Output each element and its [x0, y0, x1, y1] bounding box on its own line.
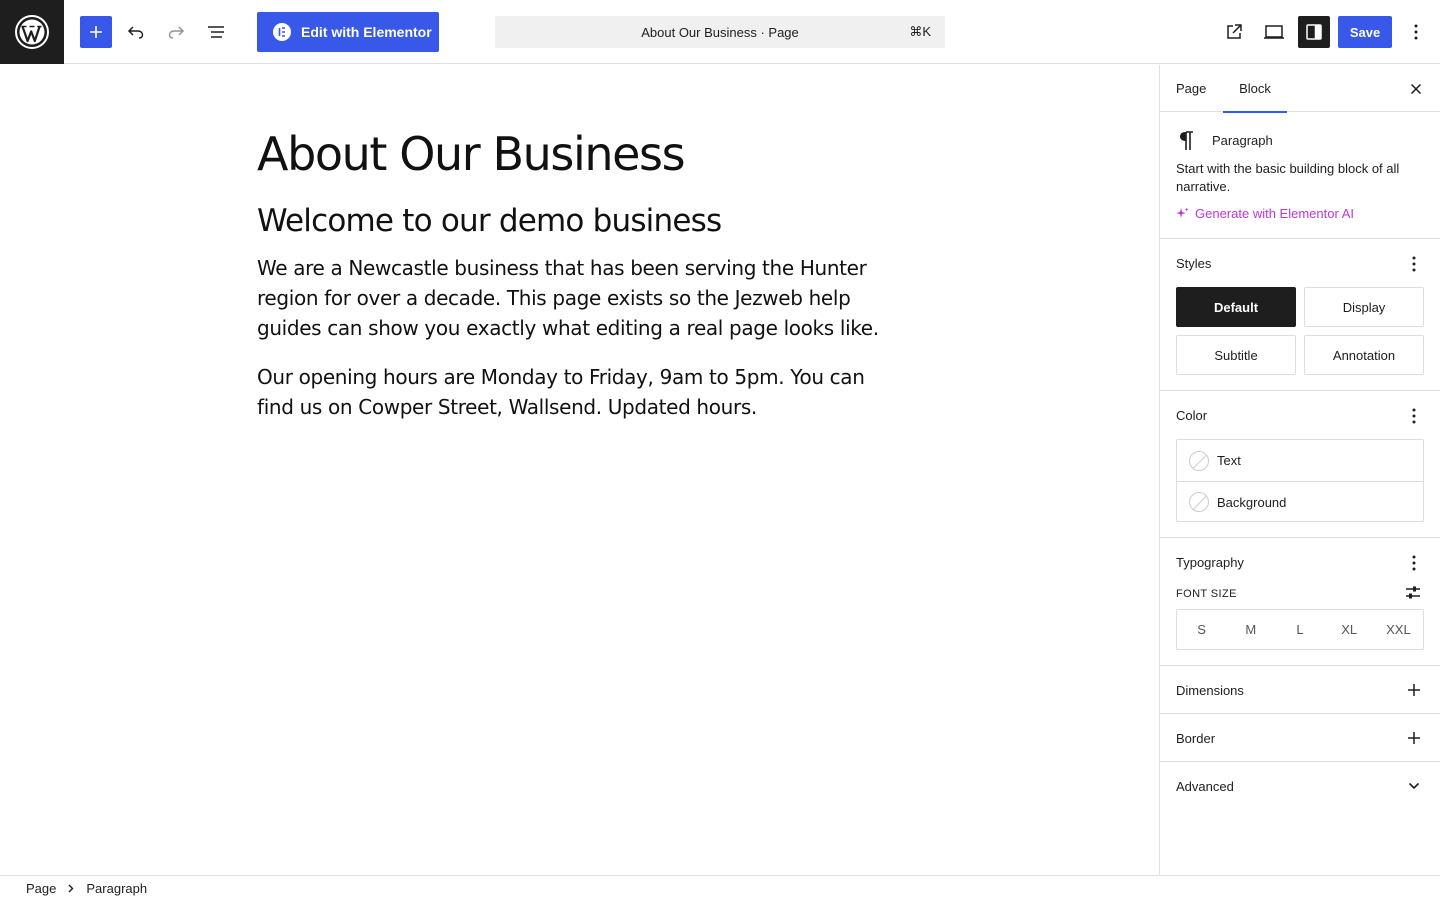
style-subtitle-button[interactable]: Subtitle	[1176, 335, 1296, 375]
breadcrumb-paragraph[interactable]: Paragraph	[86, 881, 147, 896]
block-card: Paragraph Start with the basic building …	[1160, 112, 1440, 239]
color-title: Color	[1176, 408, 1208, 423]
undo-button[interactable]	[120, 16, 152, 48]
color-options-button[interactable]	[1406, 406, 1422, 426]
font-size-xxl-option[interactable]: XXL	[1374, 610, 1423, 649]
font-size-m-option[interactable]: M	[1226, 610, 1275, 649]
advanced-title: Advanced	[1176, 779, 1234, 794]
editor-toolbar: Edit with Elementor About Our Business ·…	[0, 0, 1440, 64]
post-title[interactable]: About Our Business	[257, 123, 897, 185]
font-size-s-option[interactable]: S	[1177, 610, 1226, 649]
more-vertical-icon	[1412, 555, 1416, 571]
document-title: About Our Business · Page	[641, 24, 799, 40]
styles-title: Styles	[1176, 256, 1212, 271]
dimensions-title: Dimensions	[1176, 683, 1244, 698]
paragraph-block[interactable]: We are a Newcastle business that has bee…	[257, 253, 897, 343]
advanced-panel[interactable]: Advanced	[1160, 762, 1440, 810]
command-palette-bar[interactable]: About Our Business · Page ⌘K	[495, 16, 945, 48]
text-color-button[interactable]: Text	[1177, 440, 1423, 481]
close-icon	[1410, 83, 1422, 95]
elementor-icon	[273, 23, 291, 41]
generate-with-ai-link[interactable]: Generate with Elementor AI	[1176, 206, 1354, 221]
post-content: About Our Business Welcome to our demo b…	[257, 123, 897, 441]
add-border-button[interactable]	[1406, 728, 1422, 748]
color-panel: Color Text Background	[1160, 391, 1440, 538]
chevron-right-icon	[68, 884, 74, 893]
redo-icon	[168, 26, 185, 39]
breadcrumb-page[interactable]: Page	[26, 881, 56, 896]
more-vertical-icon	[1414, 24, 1418, 40]
plus-icon	[1408, 684, 1420, 696]
empty-swatch-icon	[1189, 492, 1209, 512]
document-overview-button[interactable]	[200, 16, 232, 48]
command-shortcut: ⌘K	[909, 24, 931, 39]
view-page-button[interactable]	[1218, 16, 1250, 48]
font-size-xl-option[interactable]: XL	[1325, 610, 1374, 649]
settings-toggle-button[interactable]	[1298, 16, 1330, 48]
plus-icon	[90, 26, 102, 38]
close-sidebar-button[interactable]	[1406, 79, 1426, 99]
style-default-button[interactable]: Default	[1176, 287, 1296, 327]
add-dimensions-button[interactable]	[1406, 680, 1422, 700]
chevron-down-icon	[1408, 782, 1420, 790]
tab-page[interactable]: Page	[1176, 65, 1206, 112]
external-link-icon	[1227, 24, 1242, 39]
paragraph-block[interactable]: Our opening hours are Monday to Friday, …	[257, 362, 897, 422]
paragraph-icon	[1180, 131, 1193, 150]
dimensions-panel[interactable]: Dimensions	[1160, 666, 1440, 714]
wordpress-icon	[15, 15, 49, 49]
block-name: Paragraph	[1212, 133, 1273, 148]
list-view-icon	[208, 26, 224, 38]
options-button[interactable]	[1400, 16, 1432, 48]
font-size-picker: S M L XL XXL	[1176, 609, 1424, 650]
sidebar-tabs: Page Block	[1160, 65, 1440, 113]
settings-sidebar: Page Block Paragraph Start with the basi…	[1159, 65, 1440, 875]
background-color-label: Background	[1217, 494, 1287, 510]
color-options: Text Background	[1176, 439, 1424, 522]
font-size-l-option[interactable]: L	[1275, 610, 1324, 649]
custom-size-settings-icon[interactable]	[1404, 584, 1422, 602]
wordpress-logo-button[interactable]	[0, 0, 64, 64]
more-vertical-icon	[1412, 256, 1416, 272]
add-block-button[interactable]	[80, 16, 112, 48]
plus-icon	[1408, 732, 1420, 744]
typography-panel: Typography FONT SIZE S M L XL XXL	[1160, 538, 1440, 666]
undo-icon	[127, 26, 144, 39]
background-color-button[interactable]: Background	[1177, 481, 1423, 522]
generate-with-ai-label: Generate with Elementor AI	[1195, 206, 1354, 221]
more-vertical-icon	[1412, 408, 1416, 424]
style-annotation-button[interactable]: Annotation	[1304, 335, 1424, 375]
heading-block[interactable]: Welcome to our demo business	[257, 201, 897, 241]
text-color-label: Text	[1217, 453, 1241, 468]
typography-options-button[interactable]	[1406, 553, 1422, 573]
desktop-icon	[1264, 25, 1284, 39]
sidebar-icon	[1306, 24, 1322, 40]
advanced-toggle[interactable]	[1406, 776, 1422, 796]
border-panel[interactable]: Border	[1160, 714, 1440, 762]
save-button[interactable]: Save	[1338, 16, 1392, 48]
border-title: Border	[1176, 731, 1216, 746]
edit-with-elementor-button[interactable]: Edit with Elementor	[257, 12, 439, 52]
empty-swatch-icon	[1189, 450, 1209, 471]
block-description: Start with the basic building block of a…	[1176, 161, 1400, 194]
style-display-button[interactable]: Display	[1304, 287, 1424, 327]
styles-options-button[interactable]	[1406, 254, 1422, 274]
font-size-label: FONT SIZE	[1176, 588, 1237, 600]
block-breadcrumb: Page Paragraph	[0, 875, 1440, 900]
typography-title: Typography	[1176, 555, 1244, 570]
styles-panel: Styles Default Display Subtitle Annotati…	[1160, 239, 1440, 391]
redo-button[interactable]	[160, 16, 192, 48]
device-preview-button[interactable]	[1258, 16, 1290, 48]
editor-canvas: About Our Business Welcome to our demo b…	[0, 65, 1159, 875]
sparkle-icon	[1176, 207, 1189, 218]
tab-block[interactable]: Block	[1223, 65, 1287, 113]
edit-with-elementor-label: Edit with Elementor	[301, 24, 432, 40]
